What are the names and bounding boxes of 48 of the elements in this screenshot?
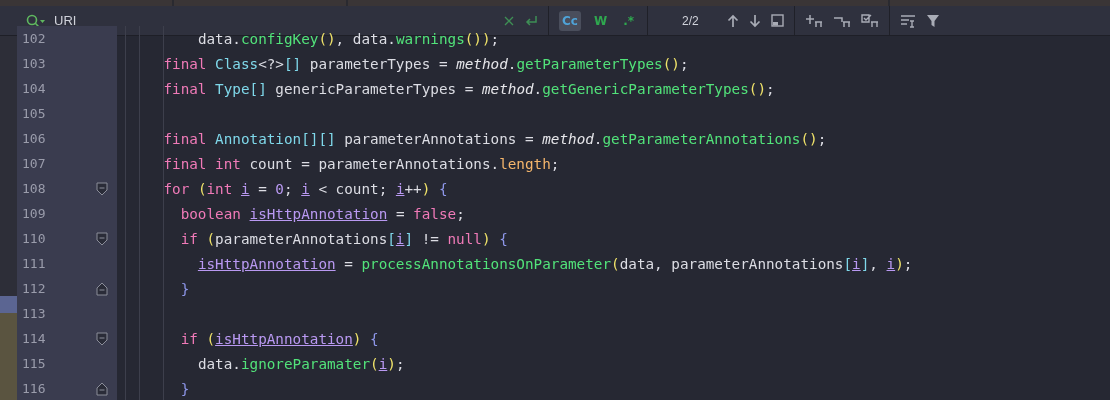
- code-line: }: [179, 280, 190, 297]
- arrow-down-icon[interactable]: [748, 13, 761, 28]
- newline-icon[interactable]: [524, 14, 538, 27]
- code-line: boolean isHttpAnnotation = false;: [179, 205, 465, 222]
- code-line: final Type[] genericParameterTypes = method.getGenericParameterTypes();: [162, 80, 775, 97]
- line-number: 113: [22, 306, 46, 321]
- code-line: if (isHttpAnnotation) {: [179, 330, 379, 347]
- line-number: 110: [22, 231, 46, 246]
- add-selection-icon[interactable]: [804, 13, 823, 28]
- line-number: 114: [22, 331, 46, 346]
- code-line: }: [179, 380, 190, 397]
- select-all-icon[interactable]: [860, 13, 879, 28]
- code-line: data.configKey(), data.warnings());: [196, 30, 500, 47]
- line-number: 103: [22, 56, 46, 71]
- arrow-up-icon[interactable]: [726, 13, 739, 28]
- line-number: 116: [22, 381, 46, 396]
- code-line: data.ignoreParamater(i);: [196, 355, 405, 372]
- search-icon[interactable]: [26, 13, 46, 28]
- fold-icon[interactable]: [96, 331, 108, 346]
- code-line: final int count = parameterAnnotations.length;: [162, 155, 560, 172]
- search-option-toggle[interactable]: .*: [620, 10, 637, 31]
- line-number: 112: [22, 281, 46, 296]
- line-number: 115: [22, 356, 46, 371]
- search-option-toggle[interactable]: W: [590, 10, 611, 31]
- code-line: isHttpAnnotation = processAnnotationsOnParameter(data, parameterAnnotations[i], i);: [196, 255, 913, 272]
- line-number: 109: [22, 206, 46, 221]
- text-format-icon[interactable]: [899, 13, 916, 28]
- fold-icon[interactable]: [96, 181, 108, 196]
- line-number: 107: [22, 156, 46, 171]
- code-line: final Annotation[][] parameterAnnotations = method.getParameterAnnotations();: [162, 130, 827, 147]
- code-line: if (parameterAnnotations[i] != null) {: [179, 230, 508, 247]
- close-icon[interactable]: [504, 15, 514, 26]
- window-icon[interactable]: [770, 14, 784, 27]
- code-line: final Class<?>[] parameterTypes = method.getParameterTypes();: [162, 55, 689, 72]
- line-number: 102: [22, 31, 46, 46]
- fold-icon[interactable]: [96, 231, 108, 246]
- line-number: 108: [22, 181, 46, 196]
- line-number: 106: [22, 131, 46, 146]
- line-number: 105: [22, 106, 46, 121]
- fold-icon[interactable]: [96, 381, 108, 396]
- match-count: 2/2: [682, 13, 699, 28]
- line-number: 111: [22, 256, 46, 271]
- search-option-toggle[interactable]: Cc: [559, 10, 581, 31]
- code-line: for (int i = 0; i < count; i++) {: [162, 180, 448, 197]
- search-field[interactable]: URI: [54, 13, 494, 28]
- line-number: 104: [22, 81, 46, 96]
- filter-icon[interactable]: [925, 13, 940, 28]
- fold-icon[interactable]: [96, 281, 108, 296]
